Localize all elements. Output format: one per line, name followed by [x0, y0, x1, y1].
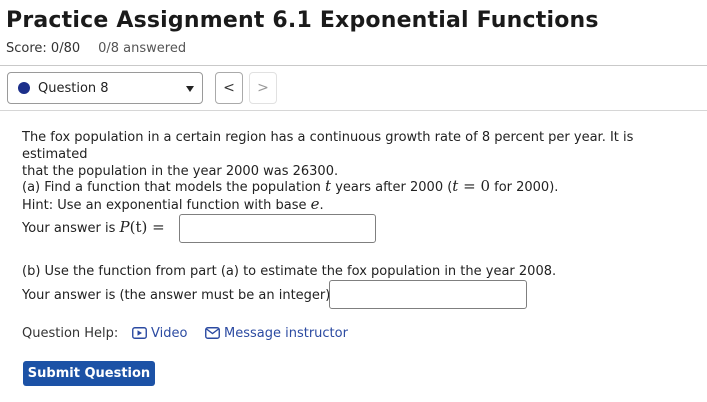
submit-question-button[interactable]: Submit Question — [23, 361, 155, 386]
part-b-answer-label: Your answer is (the answer must be an in… — [22, 288, 331, 303]
math-equals: = — [458, 177, 481, 195]
hint-text: . — [319, 198, 324, 213]
video-link[interactable]: Video — [132, 326, 187, 343]
part-a-text: (a) Find a function that models the popu… — [22, 180, 326, 195]
part-a-answer-label: Your answer is P(t) = — [22, 219, 165, 237]
divider — [0, 65, 707, 66]
video-icon — [132, 327, 147, 343]
answer-prefix: Your answer is — [22, 221, 120, 236]
status-dot-icon — [18, 82, 30, 94]
answered-count: 0/8 answered — [98, 41, 187, 56]
video-link-label: Video — [151, 326, 188, 341]
question-intro: The fox population in a certain region h… — [22, 129, 702, 180]
hint-text: Hint: Use an exponential function with b… — [22, 198, 311, 213]
message-instructor-link[interactable]: Message instructor — [205, 326, 348, 343]
question-selector[interactable]: Question 8 — [7, 72, 203, 104]
part-b-prompt: (b) Use the function from part (a) to es… — [22, 264, 557, 279]
score-value: Score: 0/80 — [6, 41, 81, 56]
message-instructor-label: Message instructor — [224, 326, 348, 341]
part-a-hint: Hint: Use an exponential function with b… — [22, 196, 324, 214]
question-intro-line: The fox population in a certain region h… — [22, 130, 634, 162]
math-number: 0 — [480, 177, 490, 195]
math-variable: e — [310, 195, 320, 213]
part-a-text: for 2000). — [489, 180, 559, 195]
mail-icon — [205, 327, 220, 343]
part-a-answer-input[interactable] — [179, 214, 376, 243]
part-b-answer-input[interactable] — [329, 280, 527, 309]
math-function: P — [119, 218, 130, 236]
score-summary: Score: 0/80 0/8 answered — [6, 41, 186, 56]
question-selector-label: Question 8 — [38, 81, 109, 96]
part-a-prompt: (a) Find a function that models the popu… — [22, 178, 558, 196]
chevron-down-icon — [186, 86, 194, 92]
math-expression: (t) = — [129, 218, 165, 236]
divider — [0, 110, 707, 111]
previous-question-button[interactable]: < — [215, 72, 243, 104]
next-question-button[interactable]: > — [249, 72, 277, 104]
part-a-text: years after 2000 ( — [331, 180, 453, 195]
question-help-label: Question Help: — [22, 326, 119, 341]
page-title: Practice Assignment 6.1 Exponential Func… — [6, 8, 599, 33]
